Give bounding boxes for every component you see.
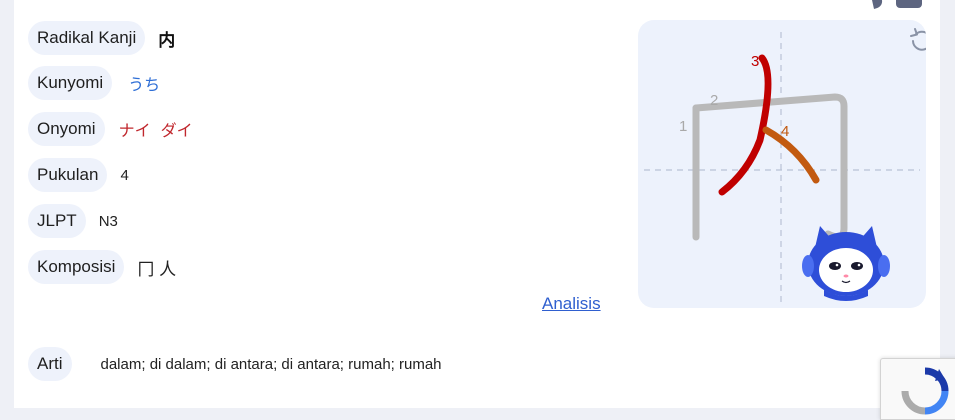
stroke-order-panel: 1 2 3 4 xyxy=(638,20,926,308)
meaning-row: Arti dalam; di dalam; di antara; di anta… xyxy=(28,347,442,381)
composition-value[interactable]: 冂 人 xyxy=(137,255,176,280)
radical-label: Radikal Kanji xyxy=(28,21,146,55)
share-icon[interactable] xyxy=(872,0,883,9)
stroke-number-1: 1 xyxy=(679,118,687,135)
onyomi-reading[interactable]: ダイ xyxy=(161,123,193,140)
jlpt-value: N3 xyxy=(98,212,118,230)
top-action-icons xyxy=(872,0,922,9)
jlpt-row: JLPT N3 xyxy=(28,204,118,238)
recaptcha-badge[interactable] xyxy=(880,358,955,420)
meaning-label: Arti xyxy=(28,347,72,381)
kunyomi-reading[interactable]: うち xyxy=(128,71,160,95)
kanji-detail-card: Radikal Kanji 内 Kunyomi うち Onyomi ナイ ダイ P… xyxy=(14,0,940,408)
bookmark-icon[interactable] xyxy=(896,0,922,8)
meaning-value: dalam; di dalam; di antara; di antara; r… xyxy=(100,355,442,373)
replay-icon[interactable] xyxy=(910,28,926,51)
strokes-value: 4 xyxy=(120,166,129,184)
stroke-order-canvas: 1 2 3 4 xyxy=(644,28,926,304)
kunyomi-label: Kunyomi xyxy=(28,66,113,100)
strokes-label: Pukulan xyxy=(28,158,108,192)
onyomi-row: Onyomi ナイ ダイ xyxy=(28,112,193,146)
onyomi-reading[interactable]: ナイ xyxy=(119,123,151,140)
analysis-link[interactable]: Analisis xyxy=(542,294,601,314)
stroke-3 xyxy=(718,54,772,196)
composition-row: Komposisi 冂 人 xyxy=(28,250,176,284)
radical-row: Radikal Kanji 内 xyxy=(28,21,175,55)
stroke-number-2: 2 xyxy=(710,92,718,109)
onyomi-label: Onyomi xyxy=(28,112,105,146)
radical-value: 内 xyxy=(158,30,176,50)
stroke-4 xyxy=(762,126,820,184)
robot-mascot-icon[interactable] xyxy=(802,226,890,301)
stroke-2 xyxy=(692,93,848,241)
stroke-number-3: 3 xyxy=(751,53,759,70)
strokes-row: Pukulan 4 xyxy=(28,158,129,192)
jlpt-label: JLPT xyxy=(28,204,86,238)
stroke-number-4: 4 xyxy=(781,123,789,140)
composition-label: Komposisi xyxy=(28,250,125,284)
kunyomi-row: Kunyomi うち xyxy=(28,66,160,100)
